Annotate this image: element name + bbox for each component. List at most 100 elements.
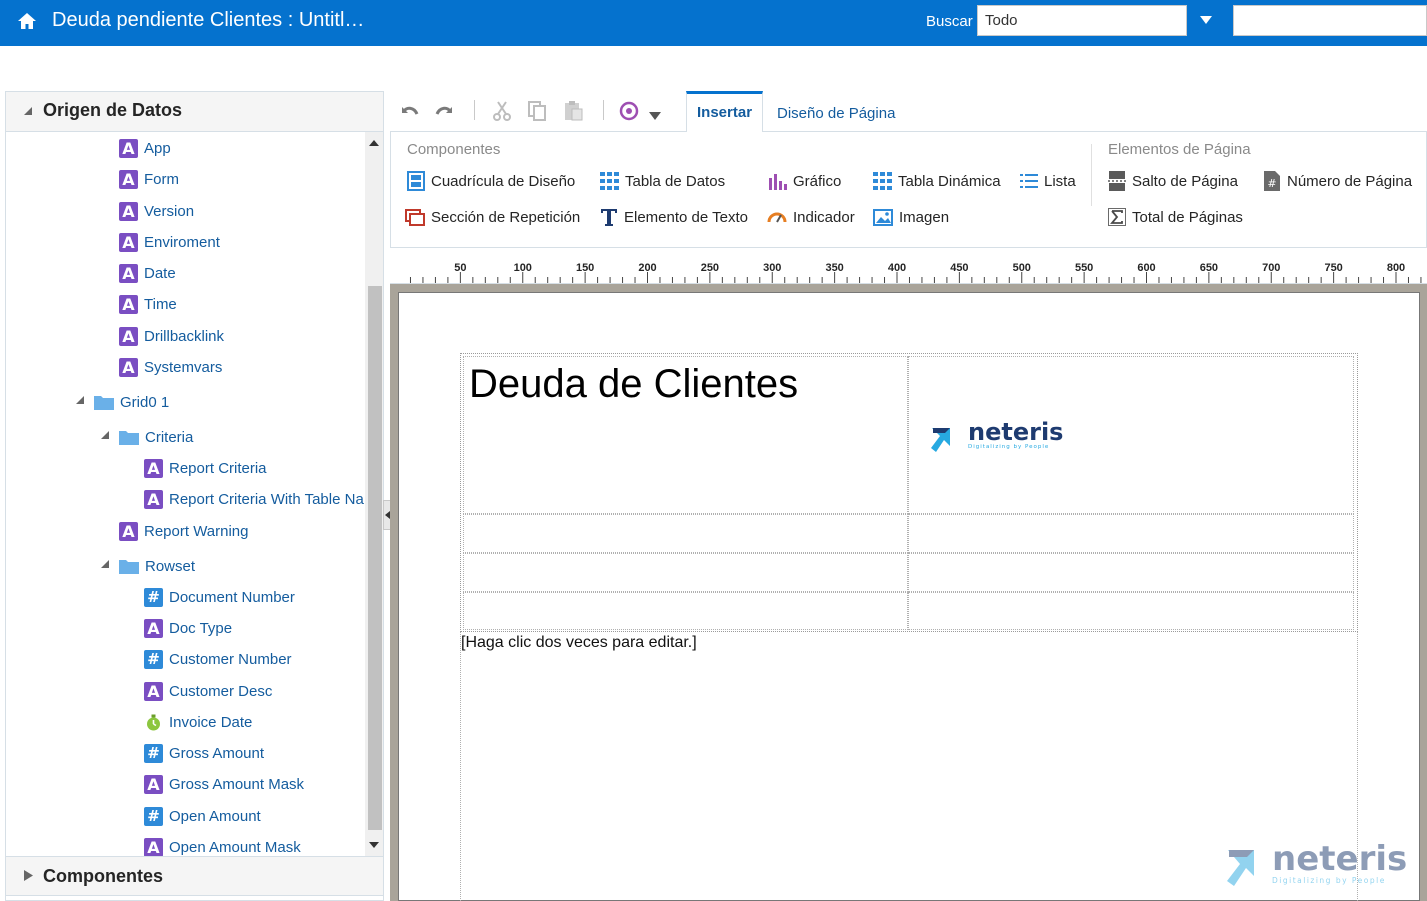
tree-item-app[interactable]: A App (119, 137, 171, 159)
tree-item-label: Form (144, 170, 179, 188)
grid-cell[interactable] (908, 514, 1354, 553)
grid-cell[interactable] (463, 553, 908, 592)
grid-cell[interactable] (463, 514, 908, 553)
insert-list-button[interactable]: Lista (1020, 169, 1076, 193)
tree-item-criteria[interactable]: Criteria (119, 426, 193, 448)
scroll-thumb[interactable] (368, 286, 382, 830)
text-item-icon (601, 209, 617, 226)
collapse-triangle-icon[interactable] (23, 106, 33, 116)
grid-cell[interactable] (463, 592, 908, 630)
insert-gauge-button[interactable]: Indicador (767, 205, 855, 229)
chevron-down-icon[interactable] (649, 112, 661, 120)
tree-item-label: Document Number (169, 588, 295, 606)
tree-item-version[interactable]: A Version (119, 200, 194, 222)
scroll-down-icon[interactable] (369, 842, 379, 848)
components-panel-header[interactable]: Componentes (6, 856, 383, 896)
tree-item-label: Customer Number (169, 650, 292, 668)
ruler-label: 250 (700, 262, 720, 274)
tree-item-time[interactable]: A Time (119, 293, 177, 315)
grid-cell[interactable] (908, 553, 1354, 592)
horizontal-ruler: 50 100 150 200 250 300 350 400 450 500 550 600 650 70… (390, 256, 1427, 284)
tree-item-report-warning[interactable]: A Report Warning (119, 520, 249, 542)
tree-item-invoice-date[interactable]: Invoice Date (144, 711, 252, 733)
logo-text: neteris (968, 418, 1063, 446)
tree-item-report-criteria[interactable]: A Report Criteria (144, 457, 267, 479)
ruler-label: 750 (1324, 262, 1343, 274)
search-scope-select[interactable]: Todo (977, 5, 1187, 36)
tree-item-report-criteria-with-table-name[interactable]: A Report Criteria With Table Na (144, 488, 364, 510)
grid-cell[interactable] (908, 592, 1354, 630)
text-field-icon: A (119, 201, 138, 221)
tree-scrollbar[interactable] (365, 132, 383, 856)
copy-icon[interactable] (525, 99, 549, 123)
expand-triangle-icon[interactable] (101, 560, 110, 569)
expand-triangle-icon[interactable] (101, 431, 110, 440)
neteris-logo[interactable]: neteris Digitalizing by People (930, 418, 1080, 454)
undo-icon[interactable] (397, 99, 421, 123)
ribbon-group-separator (1091, 144, 1092, 206)
gauge-label: Indicador (793, 208, 855, 226)
tree-item-doc-type[interactable]: A Doc Type (144, 617, 232, 639)
expand-triangle-icon[interactable] (24, 870, 33, 881)
tree-item-gross-amount-mask[interactable]: A Gross Amount Mask (144, 773, 304, 795)
insert-pivot-table-button[interactable]: Tabla Dinámica (873, 169, 1001, 193)
insert-repeating-section-button[interactable]: Sección de Repetición (405, 205, 580, 229)
report-title-text[interactable]: Deuda de Clientes (469, 362, 798, 407)
insert-chart-button[interactable]: Gráfico (768, 169, 841, 193)
tree-item-label: Report Criteria (169, 459, 267, 477)
tree-item-customer-desc[interactable]: A Customer Desc (144, 680, 272, 702)
image-icon (873, 208, 893, 226)
tree-item-label: Gross Amount (169, 744, 265, 762)
insert-total-pages-button[interactable]: Total de Páginas (1108, 205, 1243, 229)
text-item-placeholder[interactable]: [Haga clic dos veces para editar.] (461, 634, 697, 652)
insert-text-item-button[interactable]: Elemento de Texto (600, 205, 748, 229)
tree-item-open-amount-mask[interactable]: A Open Amount Mask (144, 836, 301, 856)
tree-item-date[interactable]: A Date (119, 262, 176, 284)
expand-triangle-icon[interactable] (76, 396, 85, 405)
tree-item-rowset[interactable]: Rowset (119, 555, 195, 577)
scroll-up-icon[interactable] (369, 140, 379, 146)
folder-icon (94, 396, 114, 410)
tree-item-open-amount[interactable]: # Open Amount (144, 805, 261, 827)
ruler-label: 650 (1199, 262, 1219, 274)
report-title-header: Deuda pendiente Clientes : Untitl… (52, 9, 365, 31)
gauge-icon (767, 212, 787, 223)
tree-item-form[interactable]: A Form (119, 168, 179, 190)
cut-icon[interactable] (490, 99, 514, 123)
tree-item-drillbacklink[interactable]: A Drillbacklink (119, 325, 224, 347)
insert-data-table-button[interactable]: Tabla de Datos (600, 169, 725, 193)
ruler-label: 400 (887, 262, 907, 274)
tab-diseno-de-pagina[interactable]: Diseño de Página (777, 105, 895, 122)
redo-icon[interactable] (433, 99, 457, 123)
insert-image-button[interactable]: Imagen (873, 205, 949, 229)
insert-layout-grid-button[interactable]: Cuadrícula de Diseño (407, 169, 575, 193)
insert-page-break-button[interactable]: Salto de Página (1108, 169, 1238, 193)
tree-item-gross-amount[interactable]: # Gross Amount (144, 742, 264, 764)
insert-page-number-button[interactable]: # Número de Página (1263, 169, 1412, 193)
tree-item-label: Open Amount Mask (169, 838, 301, 856)
tab-insertar[interactable]: Insertar (686, 91, 763, 132)
data-source-panel-header[interactable]: Origen de Datos (6, 92, 383, 132)
tree-item-document-number[interactable]: # Document Number (144, 586, 295, 608)
paste-icon[interactable] (561, 99, 585, 123)
ruler-label: 350 (825, 262, 844, 274)
chevron-down-icon[interactable] (1198, 14, 1214, 26)
search-input[interactable] (1233, 5, 1427, 36)
toolbar-separator (603, 100, 604, 120)
tree-item-systemvars[interactable]: A Systemvars (119, 356, 222, 378)
tree-item-label: Version (144, 202, 195, 220)
tree-item-grid0-1[interactable]: Grid0 1 (94, 391, 169, 413)
text-field-icon: A (144, 458, 163, 478)
logo-tagline: Digitalizing by People (968, 444, 1049, 450)
ruler-label: 300 (763, 262, 782, 274)
tree-item-customer-number[interactable]: # Customer Number (144, 648, 292, 670)
conditional-format-icon[interactable] (618, 99, 642, 123)
tree-item-enviroment[interactable]: A Enviroment (119, 231, 220, 253)
home-icon[interactable] (16, 10, 38, 32)
data-table-icon (600, 172, 619, 190)
tree-item-label: Doc Type (169, 619, 233, 637)
text-field-icon: A (144, 681, 163, 701)
list-icon (1020, 174, 1038, 188)
repeating-section-label: Sección de Repetición (431, 208, 581, 226)
text-field-icon: A (119, 294, 138, 314)
